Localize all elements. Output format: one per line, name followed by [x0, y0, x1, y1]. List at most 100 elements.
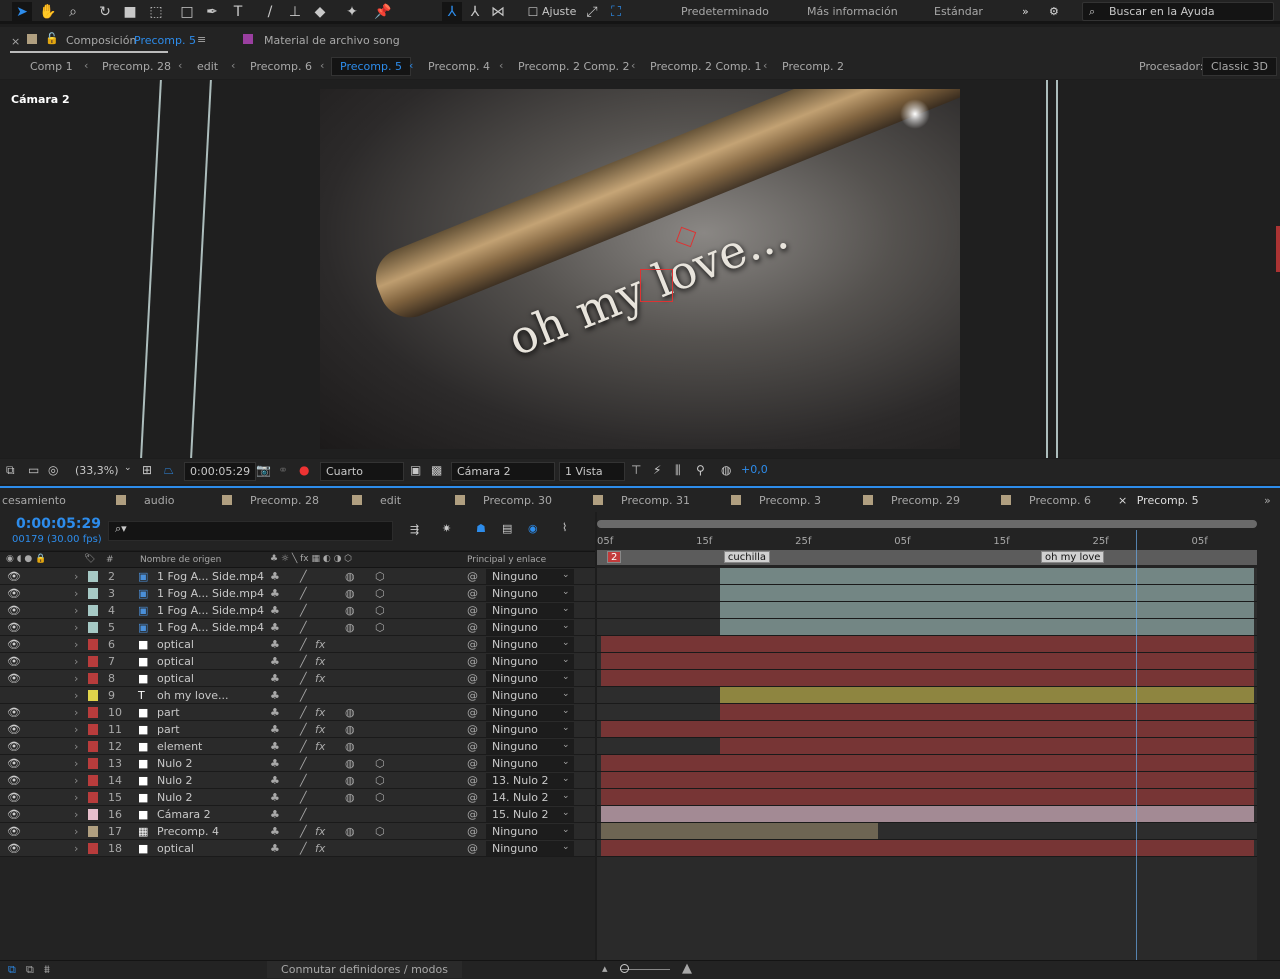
toggle-pixel-aspect-icon[interactable]: ⊤: [631, 463, 641, 477]
transparency-grid-icon[interactable]: ▩: [431, 463, 442, 477]
rotate-tool-icon[interactable]: ↻: [95, 2, 115, 22]
layer-row[interactable]: 👁 › 13 ■ Nulo 2 ♣ ╱ ◍ ⬡ @ Ninguno ⌄: [0, 755, 595, 772]
visibility-eye-icon[interactable]: 👁: [7, 706, 21, 719]
3d-layer-switch-icon[interactable]: ⬡: [375, 791, 385, 804]
visibility-eye-icon[interactable]: 👁: [7, 672, 21, 685]
panel-menu-icon[interactable]: ≡: [197, 33, 206, 46]
layer-search-input[interactable]: ⌕▾: [108, 521, 393, 541]
expand-chevron-icon[interactable]: ›: [74, 621, 78, 634]
quality-switch-icon[interactable]: ╱: [300, 587, 307, 600]
shy-switch-icon[interactable]: ♣: [270, 655, 280, 668]
visibility-eye-icon[interactable]: 👁: [7, 723, 21, 736]
pick-whip-icon[interactable]: @: [467, 808, 478, 821]
motion-blur-switch-icon[interactable]: ◍: [345, 604, 355, 617]
pick-whip-icon[interactable]: @: [467, 825, 478, 838]
layer-duration-bar[interactable]: [601, 840, 1254, 856]
expand-chevron-icon[interactable]: ›: [74, 587, 78, 600]
region-of-interest-icon[interactable]: ⏢: [164, 463, 174, 478]
help-search-input[interactable]: ⌕ Buscar en la Ayuda: [1082, 2, 1274, 21]
parent-dropdown[interactable]: Ninguno: [486, 603, 574, 618]
comp-marker[interactable]: 2: [607, 551, 622, 563]
label-color[interactable]: [88, 690, 98, 701]
layer-row[interactable]: 👁 › 2 ▣ 1 Fog A... Side.mp4 ♣ ╱ ◍ ⬡ @ Ninguno ⌄: [0, 568, 595, 585]
pick-whip-icon[interactable]: @: [467, 570, 478, 583]
layer-duration-bar[interactable]: [719, 585, 1254, 601]
label-color[interactable]: [88, 707, 98, 718]
parent-dropdown[interactable]: Ninguno: [486, 586, 574, 601]
3d-layer-switch-icon[interactable]: ⬡: [375, 621, 385, 634]
parent-dropdown[interactable]: Ninguno: [486, 620, 574, 635]
layer-row[interactable]: 👁 › 4 ▣ 1 Fog A... Side.mp4 ♣ ╱ ◍ ⬡ @ Ninguno ⌄: [0, 602, 595, 619]
layer-name[interactable]: optical: [157, 655, 194, 668]
current-time-field[interactable]: 0:00:05:29: [184, 462, 257, 481]
label-color[interactable]: [88, 656, 98, 667]
rectangle-tool-icon[interactable]: □: [177, 2, 197, 22]
crumb-precomp-4[interactable]: Precomp. 4: [428, 60, 490, 73]
shy-switch-icon[interactable]: ♣: [270, 842, 280, 855]
effects-switch-icon[interactable]: fx: [315, 655, 325, 668]
crumb-precomp-2-comp-1[interactable]: Precomp. 2 Comp. 1: [650, 60, 762, 73]
fast-draft-icon[interactable]: ⚡: [653, 463, 661, 477]
parent-dropdown[interactable]: 15. Nulo 2: [486, 807, 574, 822]
shy-switch-icon[interactable]: ♣: [270, 638, 280, 651]
camera-tool-icon[interactable]: ■: [120, 2, 140, 22]
layer-name[interactable]: Nulo 2: [157, 791, 192, 804]
layer-number-header[interactable]: #: [106, 555, 114, 565]
layer-name[interactable]: 1 Fog A... Side.mp4: [157, 587, 264, 600]
toggle-switches-modes-button[interactable]: Conmutar definidores / modos: [267, 961, 462, 978]
draft-3d-icon[interactable]: ✷: [442, 522, 451, 535]
3d-layer-switch-icon[interactable]: ⬡: [375, 757, 385, 770]
layer-duration-bar[interactable]: [601, 806, 1254, 822]
motion-blur-switch-icon[interactable]: ◍: [345, 723, 355, 736]
layer-duration-bar[interactable]: [601, 721, 1254, 737]
timeline-tab[interactable]: × Precomp. 5: [1118, 494, 1199, 507]
pick-whip-icon[interactable]: @: [467, 689, 478, 702]
label-color[interactable]: [88, 605, 98, 616]
layer-name[interactable]: Precomp. 4: [157, 825, 219, 838]
zoom-dropdown[interactable]: (33,3%): [70, 462, 124, 481]
layer-duration-bar[interactable]: [719, 687, 1254, 703]
snap-feather-icon[interactable]: ⛶: [606, 2, 626, 22]
pick-whip-icon[interactable]: @: [467, 774, 478, 787]
expand-chevron-icon[interactable]: ›: [74, 570, 78, 583]
timeline-tab[interactable]: Precomp. 30: [455, 494, 552, 507]
close-tab-icon[interactable]: ×: [1118, 494, 1131, 507]
motion-blur-switch-icon[interactable]: ◍: [345, 825, 355, 838]
crumb-precomp-2[interactable]: Precomp. 2: [782, 60, 844, 73]
quality-switch-icon[interactable]: ╱: [300, 706, 307, 719]
pick-whip-icon[interactable]: @: [467, 655, 478, 668]
pick-whip-icon[interactable]: @: [467, 723, 478, 736]
layer-row[interactable]: 👁 › 17 ▦ Precomp. 4 ♣ ╱ fx ◍ ⬡ @ Ninguno ⌄: [0, 823, 595, 840]
layer-row[interactable]: 👁 › 15 ■ Nulo 2 ♣ ╱ ◍ ⬡ @14. Nulo 2 ⌄: [0, 789, 595, 806]
shy-switch-icon[interactable]: ♣: [270, 570, 280, 583]
renderer-button[interactable]: Classic 3D: [1202, 57, 1278, 76]
crumb-comp-1[interactable]: Comp 1: [30, 60, 73, 73]
quality-switch-icon[interactable]: ╱: [300, 570, 307, 583]
puppet-tool-icon[interactable]: 📌: [373, 2, 393, 22]
shy-layers-icon[interactable]: ☗: [476, 522, 486, 535]
pick-whip-icon[interactable]: @: [467, 638, 478, 651]
comp-marker[interactable]: oh my love: [1041, 551, 1105, 563]
motion-blur-switch-icon[interactable]: ◍: [345, 774, 355, 787]
layer-handle-box[interactable]: [640, 269, 673, 302]
layer-row[interactable]: 👁 › 5 ▣ 1 Fog A... Side.mp4 ♣ ╱ ◍ ⬡ @ Ninguno ⌄: [0, 619, 595, 636]
quality-switch-icon[interactable]: ╱: [300, 808, 307, 821]
parent-dropdown[interactable]: Ninguno: [486, 688, 574, 703]
local-axis-icon[interactable]: ⅄: [442, 2, 462, 22]
effects-switch-icon[interactable]: fx: [315, 842, 325, 855]
quality-switch-icon[interactable]: ╱: [300, 774, 307, 787]
expand-chevron-icon[interactable]: ›: [74, 791, 78, 804]
expand-chevron-icon[interactable]: ›: [74, 672, 78, 685]
pick-whip-icon[interactable]: @: [467, 604, 478, 617]
mask-icon[interactable]: ◎: [48, 463, 58, 477]
clone-stamp-tool-icon[interactable]: ⊥: [285, 2, 305, 22]
motion-blur-switch-icon[interactable]: ◍: [345, 587, 355, 600]
label-color[interactable]: [88, 673, 98, 684]
shy-switch-icon[interactable]: ♣: [270, 723, 280, 736]
crumb-precomp-2-comp-2[interactable]: Precomp. 2 Comp. 2: [518, 60, 630, 73]
lock-icon[interactable]: 🔓: [45, 32, 59, 45]
layer-duration-bar[interactable]: [601, 636, 1254, 652]
visibility-eye-icon[interactable]: 👁: [7, 842, 21, 855]
more-tabs-icon[interactable]: »: [1264, 494, 1271, 507]
shy-switch-icon[interactable]: ♣: [270, 757, 280, 770]
